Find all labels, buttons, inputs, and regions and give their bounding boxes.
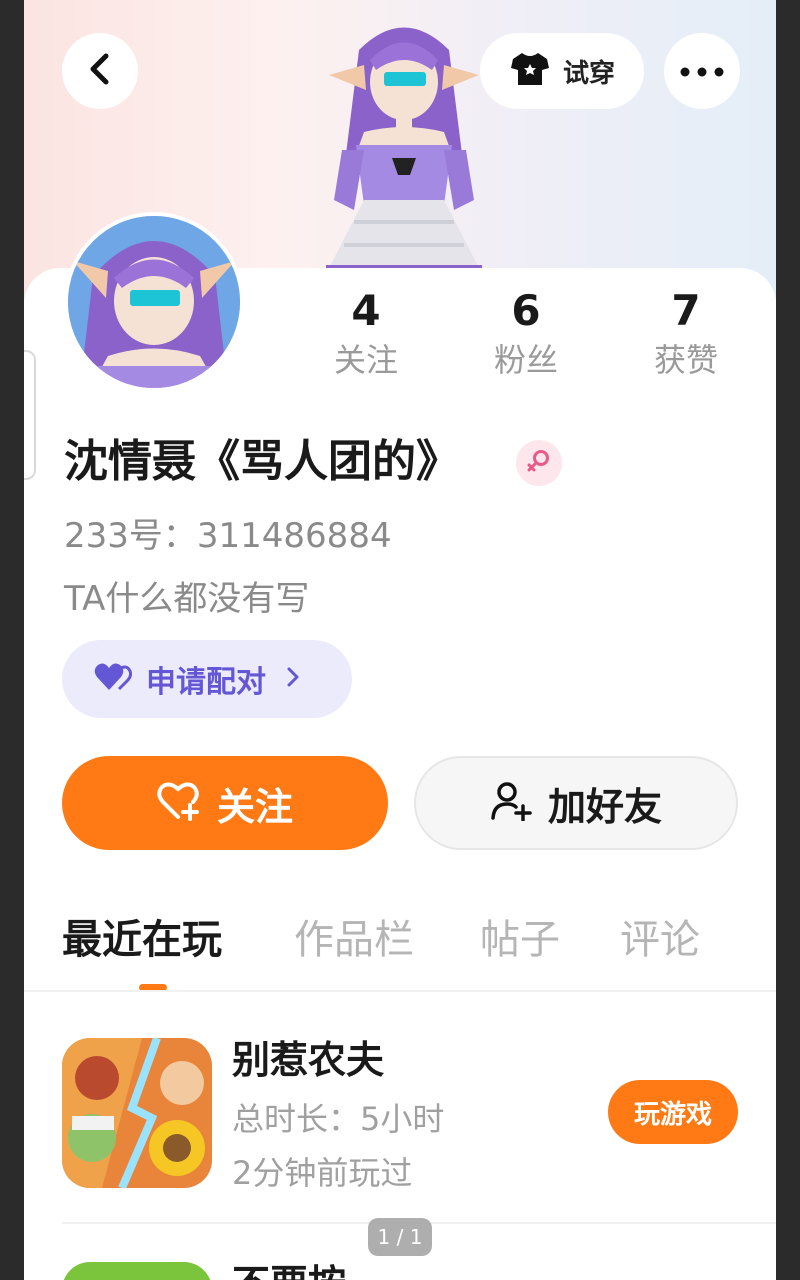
chevron-right-icon: [286, 666, 300, 692]
stat-followers-count: 6: [511, 286, 541, 335]
user-id: 233号：311486884: [64, 516, 392, 556]
more-dots-icon: [680, 62, 724, 81]
tab-works[interactable]: 作品栏: [294, 912, 414, 968]
stat-following-count: 4: [351, 286, 381, 335]
username: 沈情聂《骂人团的》: [64, 436, 460, 487]
game-title: 别惹农夫: [232, 1038, 385, 1082]
tab-divider: [24, 990, 776, 992]
page-indicator-label: 1 / 1: [377, 1225, 423, 1249]
stat-followers-label: 粉丝: [493, 341, 558, 379]
female-icon: [526, 448, 552, 478]
play-game-label: 玩游戏: [633, 1099, 712, 1130]
side-drawer-handle[interactable]: [24, 350, 36, 480]
play-game-button[interactable]: 玩游戏: [608, 1080, 738, 1144]
add-user-icon: [490, 781, 532, 825]
game-icon[interactable]: [62, 1038, 212, 1188]
stat-likes-label: 获赞: [653, 341, 718, 379]
chevron-left-icon: [86, 53, 114, 89]
shirt-icon: [509, 51, 551, 91]
stat-followers[interactable]: 6 粉丝: [466, 285, 586, 383]
add-friend-label: 加好友: [547, 784, 662, 829]
game-last-played: 2分钟前玩过: [232, 1154, 413, 1192]
try-on-button[interactable]: 试穿: [480, 33, 644, 109]
tab-comments[interactable]: 评论: [620, 912, 700, 968]
page-indicator: 1 / 1: [368, 1218, 432, 1256]
stat-likes-count: 7: [671, 286, 701, 335]
apply-pair-button[interactable]: 申请配对: [62, 640, 352, 718]
game-title-2: 不要按: [232, 1258, 346, 1280]
profile-screen: 试穿 4 关注 6 粉丝 7 获赞 沈情聂《骂人团的》 233号：3114868…: [24, 0, 776, 1280]
gender-badge: [516, 440, 562, 486]
follow-button[interactable]: 关注: [62, 756, 388, 850]
tab-posts[interactable]: 帖子: [480, 912, 560, 968]
stat-likes[interactable]: 7 获赞: [626, 285, 746, 383]
heart-icon: [94, 662, 133, 696]
user-bio: TA什么都没有写: [64, 579, 310, 619]
game-total-duration: 总时长：5小时: [232, 1100, 445, 1138]
heart-plus-icon: [157, 781, 201, 825]
add-friend-button[interactable]: 加好友: [414, 756, 738, 850]
back-button[interactable]: [62, 33, 138, 109]
avatar[interactable]: [64, 212, 244, 392]
more-options-button[interactable]: [664, 33, 740, 109]
right-frame: [776, 0, 800, 1280]
try-on-label: 试穿: [562, 58, 615, 89]
avatar-figure-3d: [304, 10, 504, 280]
apply-pair-label: 申请配对: [146, 665, 266, 700]
follow-label: 关注: [216, 784, 293, 829]
left-frame: [0, 0, 24, 1280]
game-icon-2[interactable]: [62, 1262, 212, 1280]
stat-following-label: 关注: [333, 341, 398, 379]
stat-following[interactable]: 4 关注: [306, 285, 426, 383]
tab-recently-played[interactable]: 最近在玩: [62, 912, 222, 968]
